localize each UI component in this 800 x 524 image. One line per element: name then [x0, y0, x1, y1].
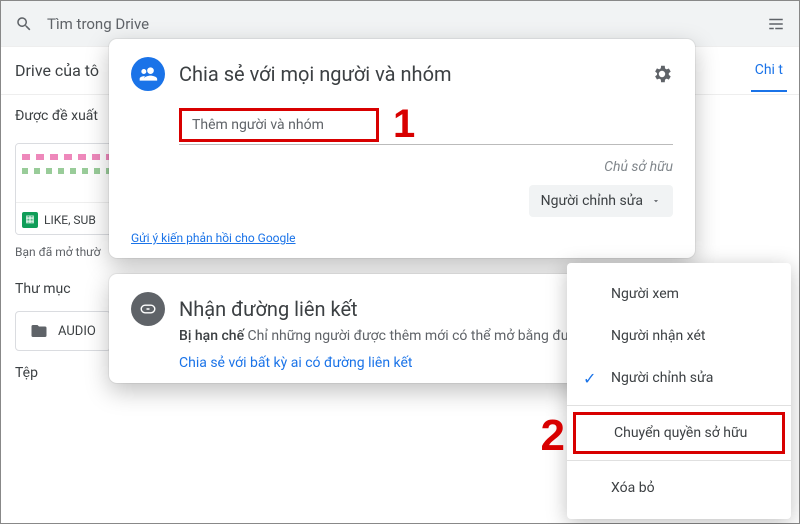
add-people-row: Thêm người và nhóm 1	[179, 105, 673, 145]
share-dialog-title: Chia sẻ với mọi người và nhóm	[179, 62, 637, 86]
menu-item-transfer-ownership[interactable]: Chuyển quyền sở hữu	[573, 412, 785, 454]
restricted-bold: Bị hạn chế	[179, 328, 244, 344]
annotation-2: 2	[541, 411, 565, 461]
menu-item-commenter[interactable]: Người nhận xét	[567, 315, 791, 357]
folder-name: AUDIO	[58, 324, 96, 339]
add-people-input[interactable]: Thêm người và nhóm	[179, 108, 379, 142]
sheets-icon: ▦	[22, 212, 38, 228]
tab-details[interactable]: Chi t	[751, 50, 787, 92]
add-people-placeholder: Thêm người và nhóm	[192, 117, 324, 133]
menu-item-editor[interactable]: Người chỉnh sửa	[567, 357, 791, 399]
share-anyone-link[interactable]: Chia sẻ với bất kỳ ai có đường liên kết	[179, 355, 413, 371]
gear-icon[interactable]	[651, 63, 673, 85]
people-icon	[131, 57, 165, 91]
owner-label: Chủ sở hữu	[604, 159, 673, 175]
menu-item-remove[interactable]: Xóa bỏ	[567, 467, 791, 509]
folder-chip[interactable]: AUDIO	[15, 311, 111, 351]
menu-item-viewer[interactable]: Người xem	[567, 273, 791, 315]
role-dropdown-button[interactable]: Người chỉnh sửa	[529, 185, 673, 217]
file-name: LIKE, SUB	[44, 213, 96, 227]
my-drive-label: Drive của tô	[15, 61, 99, 80]
file-thumbnail	[16, 144, 124, 202]
link-icon	[131, 292, 165, 326]
tune-icon[interactable]	[767, 15, 785, 33]
role-menu: Người xem Người nhận xét Người chỉnh sửa…	[567, 263, 791, 519]
role-dropdown-label: Người chỉnh sửa	[541, 193, 643, 209]
menu-separator	[567, 405, 791, 406]
annotation-1: 1	[393, 102, 415, 147]
chevron-down-icon	[651, 196, 661, 206]
search-icon	[15, 15, 33, 33]
folder-icon	[30, 322, 48, 340]
menu-separator	[567, 460, 791, 461]
search-placeholder: Tìm trong Drive	[47, 15, 753, 33]
share-dialog: Chia sẻ với mọi người và nhóm Thêm người…	[109, 39, 695, 258]
feedback-link[interactable]: Gửi ý kiến phản hồi cho Google	[131, 231, 296, 245]
